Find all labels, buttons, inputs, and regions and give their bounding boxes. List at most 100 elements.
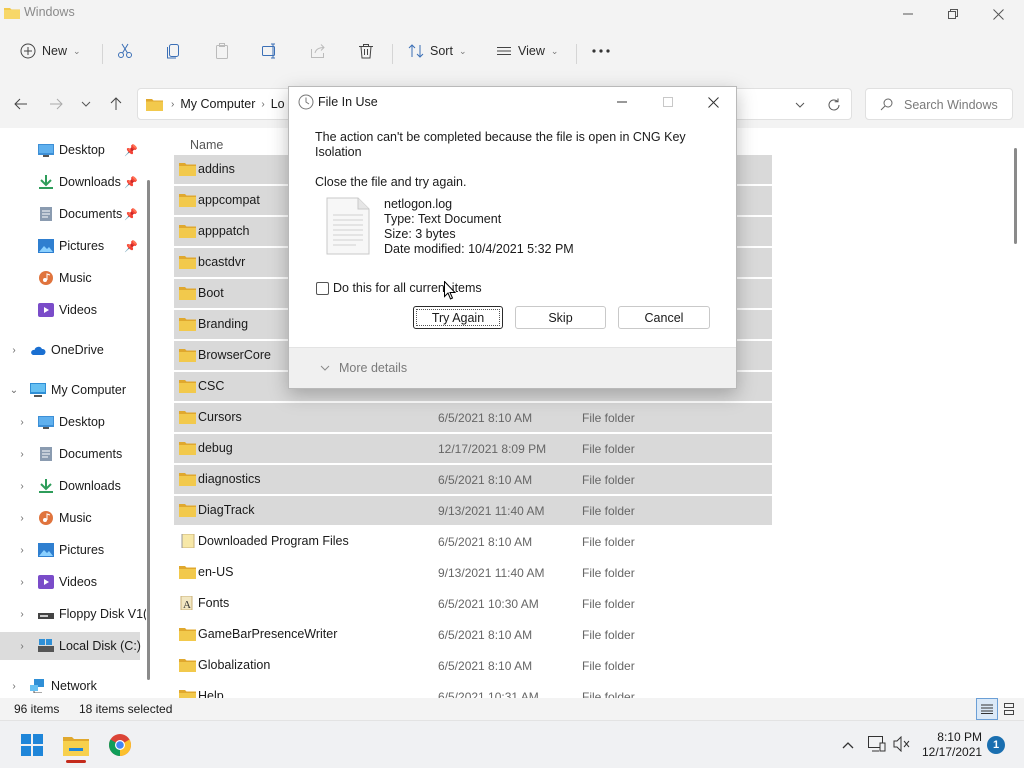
copy-button[interactable] (166, 38, 182, 64)
nav-label: Network (51, 679, 97, 693)
new-button[interactable]: New ⌄ (20, 38, 81, 64)
file-name: en-US (198, 565, 234, 579)
nav-item-my-computer[interactable]: ⌄ My Computer (0, 376, 140, 404)
search-box[interactable]: Search Windows (865, 88, 1013, 120)
file-type: Type: Text Document (384, 212, 502, 226)
restore-button[interactable] (930, 0, 976, 28)
window-title: Windows (24, 5, 75, 19)
nav-item-network[interactable]: › Network (0, 672, 140, 698)
chevron-right-icon[interactable]: › (17, 417, 27, 428)
table-row[interactable]: en-US 9/13/2021 11:40 AM File folder (174, 558, 772, 587)
chevron-down-icon[interactable]: ⌄ (9, 385, 19, 396)
apply-all-label[interactable]: Do this for all current items (333, 281, 482, 295)
details-view-button[interactable] (976, 698, 998, 720)
dialog-minimize-button[interactable] (599, 87, 645, 117)
chevron-right-icon: › (261, 98, 265, 110)
taskbar-chrome[interactable] (104, 729, 136, 761)
display-icon[interactable] (868, 736, 886, 752)
nav-item-music[interactable]: › Music (0, 504, 140, 532)
table-row[interactable]: Help 6/5/2021 10:31 AM File folder (174, 682, 772, 698)
nav-item-videos[interactable]: › Videos (0, 568, 140, 596)
chevron-right-icon[interactable]: › (17, 577, 27, 588)
share-button[interactable] (310, 38, 326, 64)
nav-item-music[interactable]: Music (0, 264, 140, 292)
breadcrumb-local-disk[interactable]: Lo (271, 97, 285, 111)
nav-item-pictures[interactable]: Pictures 📌 (0, 232, 140, 260)
table-row[interactable]: debug 12/17/2021 8:09 PM File folder (174, 434, 772, 463)
minimize-button[interactable] (885, 0, 931, 28)
close-button[interactable] (975, 0, 1021, 28)
refresh-icon[interactable] (827, 98, 841, 112)
nav-item-desktop[interactable]: Desktop 📌 (0, 136, 140, 164)
chevron-down-icon[interactable] (795, 102, 805, 108)
nav-item-downloads[interactable]: Downloads 📌 (0, 168, 140, 196)
sort-button[interactable]: Sort ⌄ (408, 38, 466, 64)
cancel-button[interactable]: Cancel (618, 306, 710, 329)
folder-icon (179, 194, 196, 207)
nav-item-downloads[interactable]: › Downloads (0, 472, 140, 500)
system-clock[interactable]: 8:10 PM 12/17/2021 (922, 730, 982, 760)
delete-button[interactable] (358, 38, 374, 64)
chevron-up-icon[interactable] (842, 741, 854, 749)
recent-locations-button[interactable] (76, 94, 96, 114)
table-row[interactable]: GameBarPresenceWriter 6/5/2021 8:10 AM Fil… (174, 620, 772, 649)
nav-item-videos[interactable]: Videos (0, 296, 140, 324)
dialog-footer: More details (289, 347, 736, 388)
chevron-right-icon[interactable]: › (17, 609, 27, 620)
chevron-right-icon[interactable]: › (9, 345, 19, 356)
notification-badge[interactable]: 1 (987, 736, 1005, 754)
table-row[interactable]: DiagTrack 9/13/2021 11:40 AM File folder (174, 496, 772, 525)
skip-button[interactable]: Skip (515, 306, 606, 329)
dialog-maximize-button[interactable] (645, 87, 691, 117)
chevron-right-icon[interactable]: › (17, 481, 27, 492)
table-row[interactable]: Cursors 6/5/2021 8:10 AM File folder (174, 403, 772, 432)
file-type: File folder (582, 597, 635, 611)
chevron-right-icon[interactable]: › (17, 449, 27, 460)
cut-button[interactable] (117, 38, 133, 64)
table-row[interactable]: Globalization 6/5/2021 8:10 AM File folder (174, 651, 772, 680)
see-more-button[interactable] (592, 38, 610, 64)
chevron-right-icon[interactable]: › (9, 681, 19, 692)
view-label: View (518, 44, 545, 58)
column-header-name[interactable]: Name (190, 138, 223, 152)
nav-item-onedrive[interactable]: › OneDrive (0, 336, 140, 364)
tiles-view-button[interactable] (998, 698, 1020, 720)
more-details-toggle[interactable]: More details (339, 361, 407, 375)
file-name: addins (198, 162, 235, 176)
taskbar-file-explorer[interactable] (60, 729, 92, 763)
file-list-scrollbar[interactable] (1014, 148, 1017, 244)
paste-button[interactable] (214, 38, 230, 64)
view-button[interactable]: View ⌄ (496, 38, 558, 64)
back-button[interactable] (11, 94, 31, 114)
apply-all-checkbox[interactable] (316, 282, 329, 295)
chevron-right-icon[interactable]: › (17, 513, 27, 524)
table-row[interactable]: diagnostics 6/5/2021 8:10 AM File folder (174, 465, 772, 494)
chevron-right-icon: › (171, 98, 175, 110)
nav-scrollbar[interactable] (147, 180, 150, 680)
file-name: Cursors (198, 410, 242, 424)
up-button[interactable] (106, 94, 126, 114)
nav-item-pictures[interactable]: › Pictures (0, 536, 140, 564)
dialog-close-button[interactable] (690, 87, 736, 117)
nav-item-desktop[interactable]: › Desktop (0, 408, 140, 436)
start-button[interactable] (16, 729, 48, 761)
forward-button[interactable] (46, 94, 66, 114)
nav-item-local-disk[interactable]: › Local Disk (C:) (0, 632, 141, 660)
table-row[interactable]: Downloaded Program Files 6/5/2021 8:10 AM… (174, 527, 772, 556)
breadcrumb-my-computer[interactable]: My Computer (180, 97, 255, 111)
file-name: Branding (198, 317, 249, 331)
chevron-right-icon[interactable]: › (17, 641, 27, 652)
rename-button[interactable] (262, 38, 278, 64)
chevron-down-icon (81, 101, 91, 107)
volume-muted-icon[interactable] (893, 736, 911, 752)
chevron-right-icon[interactable]: › (17, 545, 27, 556)
try-again-button[interactable]: Try Again (413, 306, 503, 329)
chevron-down-icon[interactable] (320, 365, 330, 373)
nav-item-floppy[interactable]: › Floppy Disk V1( (0, 600, 146, 628)
table-row[interactable]: A Fonts 6/5/2021 10:30 AM File folder (174, 589, 772, 618)
copy-icon (167, 44, 179, 59)
file-date: 9/13/2021 11:40 AM (438, 504, 545, 518)
pin-icon: 📌 (124, 144, 138, 157)
nav-item-documents[interactable]: Documents 📌 (0, 200, 140, 228)
nav-item-documents[interactable]: › Documents (0, 440, 140, 468)
